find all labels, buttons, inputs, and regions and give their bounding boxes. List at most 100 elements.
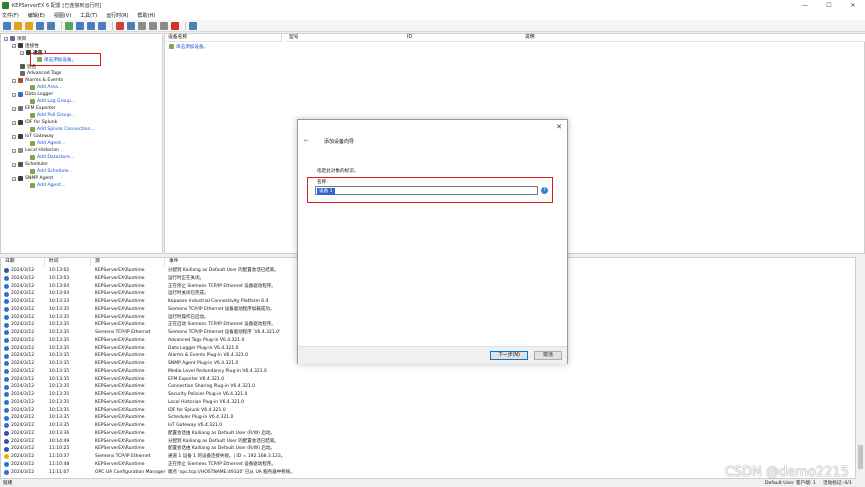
tree-node-efm-exporter[interactable]: − EFM Exporter: [12, 105, 56, 112]
log-row[interactable]: 2024/3/12 10:13:35 KEPServerEX\Runtime IoT …: [1, 422, 855, 430]
toolbar-button-3[interactable]: [25, 21, 33, 30]
log-row[interactable]: 2024/3/12 10:13:35 KEPServerEX\Runtime IDF …: [1, 407, 855, 415]
toolbar-button-10[interactable]: [116, 21, 124, 30]
log-row[interactable]: 2024/3/12 10:13:35 KEPServerEX\Runtime Sche…: [1, 414, 855, 422]
menu-help[interactable]: 帮助(H): [138, 12, 156, 19]
log-row[interactable]: 2024/3/12 10:13:35 KEPServerEX\Runtime Loca…: [1, 399, 855, 407]
collapse-icon[interactable]: −: [12, 106, 16, 111]
toolbar-button-11[interactable]: [127, 21, 135, 30]
log-time: 10:13:35: [49, 423, 70, 428]
menu-file[interactable]: 文件(F): [2, 12, 19, 19]
add-icon: [30, 141, 35, 146]
back-arrow-icon[interactable]: ←: [304, 137, 309, 144]
scrollbar-thumb[interactable]: [858, 445, 863, 469]
toolbar-button-15[interactable]: [171, 21, 179, 30]
close-window-button[interactable]: ✕: [841, 2, 865, 9]
minimize-button[interactable]: —: [793, 2, 817, 9]
log-scrollbar[interactable]: [856, 257, 865, 479]
log-source: KEPServerEX\Runtime: [95, 384, 145, 390]
toolbar-button-8[interactable]: [87, 21, 95, 30]
log-row[interactable]: 2024/3/12 10:13:35 KEPServerEX\Runtime Conn…: [1, 383, 855, 391]
collapse-icon[interactable]: −: [12, 134, 16, 139]
tree-node-add-log-group[interactable]: Add Log Group...: [30, 98, 75, 105]
toolbar-button-2[interactable]: [14, 21, 22, 30]
log-time: 10:13:35: [49, 407, 70, 413]
maximize-button[interactable]: ☐: [817, 2, 841, 9]
log-column-date[interactable]: 日期: [1, 258, 45, 266]
collapse-icon[interactable]: −: [4, 36, 8, 41]
tree-node-connectivity[interactable]: − 连接性: [12, 42, 39, 49]
menu-edit[interactable]: 编辑(E): [28, 12, 45, 19]
collapse-icon[interactable]: −: [12, 43, 16, 48]
warning-icon: [4, 454, 9, 460]
status-bar: 就绪 Default User 客户端: 1 活动标记: 0/1: [0, 480, 865, 487]
log-row[interactable]: 2024/3/12 10:13:35 KEPServerEX\Runtime Medi…: [1, 368, 855, 376]
add-icon: [30, 183, 35, 188]
log-row[interactable]: 2024/3/12 10:13:36 KEPServerEX\Runtime 配置会话…: [1, 430, 855, 438]
collapse-icon[interactable]: −: [12, 176, 16, 181]
log-event: 分配到 Kailiang as Default User 的配置会话已结束。: [168, 268, 279, 273]
toolbar-button-13[interactable]: [149, 21, 157, 30]
collapse-icon[interactable]: −: [20, 50, 24, 55]
close-icon[interactable]: ✕: [556, 123, 562, 131]
toolbar-button-1[interactable]: [3, 21, 11, 30]
next-button[interactable]: 下一步(N): [490, 351, 528, 360]
tree-node-scheduler[interactable]: − Scheduler: [12, 161, 48, 168]
column-id[interactable]: ID: [404, 34, 522, 42]
help-icon[interactable]: ?: [541, 187, 548, 194]
menu-tools[interactable]: 工具(T): [80, 12, 97, 19]
tree-node-data-logger[interactable]: − Data Logger: [12, 91, 53, 98]
toolbar-button-4[interactable]: [36, 21, 44, 30]
collapse-icon[interactable]: −: [12, 162, 16, 167]
tree-node-add-datastore[interactable]: Add Datastore...: [30, 154, 74, 161]
log-column-source[interactable]: 源: [91, 258, 165, 266]
log-column-time[interactable]: 时间: [45, 258, 91, 266]
tree-node-idf-splunk[interactable]: − IDF for Splunk: [12, 119, 57, 126]
name-input-value: 设备 1: [317, 187, 335, 195]
tree-node-project[interactable]: − 项目: [4, 35, 26, 42]
tree-node-add-agent-snmp[interactable]: Add Agent...: [30, 182, 65, 189]
log-time: 10:13:35: [49, 415, 70, 421]
name-input[interactable]: 设备 1: [315, 186, 538, 195]
tree-node-add-poll-group[interactable]: Add Poll Group...: [30, 112, 75, 119]
toolbar-button-5[interactable]: [47, 21, 55, 30]
tree-node-add-splunk[interactable]: Add Splunk Connection...: [30, 126, 95, 133]
column-description[interactable]: 说明: [522, 34, 865, 42]
collapse-icon[interactable]: −: [12, 92, 16, 97]
log-event: Media Level Redundancy Plug-in V6.4.321.…: [168, 368, 267, 374]
toolbar-button-12[interactable]: [138, 21, 146, 30]
cancel-button[interactable]: 取消: [534, 351, 562, 360]
toolbar-button-9[interactable]: [98, 21, 106, 30]
tree-node-add-schedule[interactable]: Add Schedule...: [30, 168, 73, 175]
column-model[interactable]: 型号: [286, 34, 404, 42]
log-time: 10:13:33: [49, 299, 70, 304]
log-event: 通道 1 设备 1 的设备连接失败。| ID = 192.168.3.123。: [168, 454, 286, 459]
tree-node-advanced-tags[interactable]: Advanced Tags: [20, 70, 61, 77]
toolbar-button-14[interactable]: [160, 21, 168, 30]
menu-view[interactable]: 视图(V): [54, 12, 71, 19]
menu-runtime[interactable]: 运行时(R): [106, 12, 128, 19]
toolbar-button-16[interactable]: [189, 21, 197, 30]
tree-node-alarms-events[interactable]: − Alarms & Events: [12, 77, 63, 84]
log-date: 2024/3/12: [11, 415, 35, 421]
tree-node-add-agent-iot[interactable]: Add Agent...: [30, 140, 65, 147]
collapse-icon[interactable]: −: [12, 78, 16, 83]
tree-node-iot-gateway[interactable]: − IoT Gateway: [12, 133, 54, 140]
add-device-link[interactable]: 单击添加设备。: [169, 43, 208, 50]
collapse-icon[interactable]: −: [12, 120, 16, 125]
log-row[interactable]: 2024/3/12 10:13:35 KEPServerEX\Runtime Secu…: [1, 391, 855, 399]
log-source: KEPServerEX\Runtime: [95, 314, 145, 320]
log-row[interactable]: 2024/3/12 10:13:35 KEPServerEX\Runtime EFM …: [1, 376, 855, 384]
tree-node-aliases[interactable]: 别名: [20, 63, 36, 70]
toolbar-button-6[interactable]: [65, 21, 73, 30]
collapse-icon[interactable]: −: [12, 148, 16, 153]
log-row[interactable]: 2024/3/12 10:14:49 KEPServerEX\Runtime 分配到 …: [1, 438, 855, 446]
tree-node-local-historian[interactable]: − Local Historian: [12, 147, 59, 154]
tree-node-snmp-agent[interactable]: − SNMP Agent: [12, 175, 53, 182]
log-row[interactable]: 2024/3/12 11:10:25 KEPServerEX\Runtime 配置会话…: [1, 445, 855, 453]
log-row[interactable]: 2024/3/12 11:10:37 Siemens TCP/IP Ethernet…: [1, 453, 855, 461]
status-ready: 就绪: [3, 481, 13, 486]
tree-node-add-area[interactable]: Add Area...: [30, 84, 62, 91]
toolbar-button-7[interactable]: [76, 21, 84, 30]
column-device-name[interactable]: 设备名称: [165, 34, 282, 42]
